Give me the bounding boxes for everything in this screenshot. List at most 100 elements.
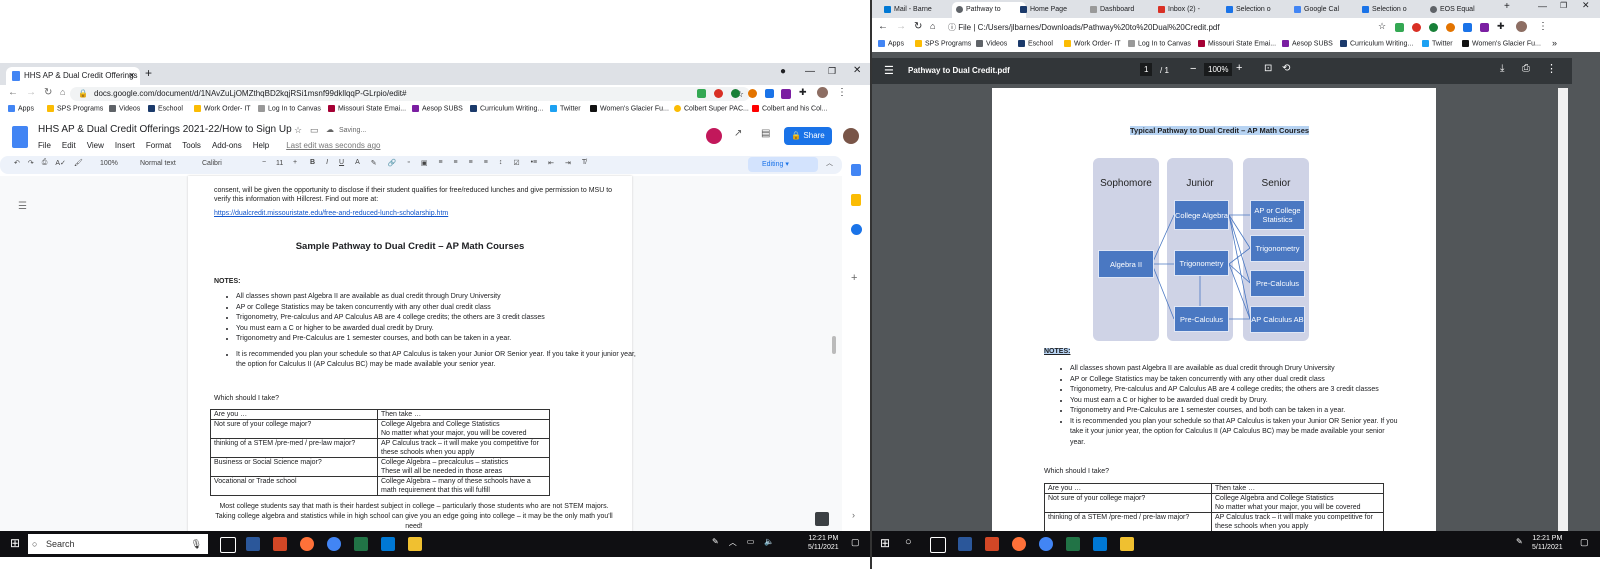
right-home-icon[interactable]: ⌂ bbox=[930, 21, 935, 31]
font-size-increase-icon[interactable]: + bbox=[293, 159, 297, 166]
right-close-icon[interactable]: ✕ bbox=[1582, 0, 1590, 11]
volume-icon[interactable]: 🔈 bbox=[764, 537, 774, 548]
tab-mail[interactable]: Mail - Barne bbox=[884, 2, 959, 18]
right-minimize-icon[interactable]: — bbox=[1538, 1, 1547, 11]
windows-start-icon[interactable]: ⊞ bbox=[10, 536, 20, 550]
pdf-scrollbar[interactable] bbox=[1558, 88, 1568, 534]
right-ext-4-icon[interactable] bbox=[1446, 23, 1455, 32]
comment-icon[interactable]: ▫ bbox=[407, 159, 409, 167]
explore-icon[interactable] bbox=[815, 512, 829, 526]
print-pdf-icon[interactable]: ⎙ bbox=[1522, 63, 1530, 74]
menu-format[interactable]: Format bbox=[146, 141, 171, 150]
r-bookmark-twitter[interactable]: Twitter bbox=[1422, 40, 1453, 47]
menu-edit[interactable]: Edit bbox=[62, 141, 76, 150]
maximize-icon[interactable]: ❐ bbox=[828, 66, 836, 77]
zoom-out-icon[interactable]: − bbox=[1190, 63, 1196, 75]
image-icon[interactable]: ▣ bbox=[421, 159, 428, 167]
r-bookmark-curriculum[interactable]: Curriculum Writing... bbox=[1340, 40, 1413, 47]
right-task-view-icon[interactable] bbox=[930, 537, 946, 553]
right-excel-icon[interactable] bbox=[1066, 537, 1080, 551]
more-bookmarks-icon[interactable]: » bbox=[1552, 38, 1557, 48]
bookmark-videos[interactable]: Videos bbox=[109, 105, 140, 112]
increase-indent-icon[interactable]: ⇥ bbox=[565, 159, 571, 167]
r-bookmark-videos[interactable]: Videos bbox=[976, 40, 1007, 47]
menu-file[interactable]: File bbox=[38, 141, 51, 150]
get-addons-icon[interactable]: + bbox=[851, 272, 857, 284]
word-icon[interactable] bbox=[246, 537, 260, 551]
lunch-scholarship-link[interactable]: https://dualcredit.missouristate.edu/fre… bbox=[214, 210, 448, 217]
comments-icon[interactable]: ▤ bbox=[761, 128, 770, 139]
right-powerpoint-icon[interactable] bbox=[985, 537, 999, 551]
chrome-icon[interactable] bbox=[327, 537, 341, 551]
bookmark-womens-glacier[interactable]: Women's Glacier Fu... bbox=[590, 105, 669, 112]
right-notifications-icon[interactable]: ▢ bbox=[1580, 537, 1589, 548]
tab-google-doc[interactable]: HHS AP & Dual Credit Offerings 2 ✕ bbox=[6, 67, 140, 85]
r-bookmark-womens[interactable]: Women's Glacier Fu... bbox=[1462, 40, 1541, 47]
taskbar-search[interactable]: ○ Search 🎙 bbox=[28, 534, 208, 554]
show-side-panel-icon[interactable]: › bbox=[852, 510, 855, 520]
pen-icon[interactable]: ✎ bbox=[712, 537, 719, 548]
last-edit-link[interactable]: Last edit was seconds ago bbox=[286, 141, 380, 150]
right-new-tab-icon[interactable]: + bbox=[1504, 1, 1510, 12]
tab-dashboard[interactable]: Dashboard bbox=[1090, 2, 1158, 18]
right-ext-5-icon[interactable] bbox=[1463, 23, 1472, 32]
checklist-icon[interactable]: ☑ bbox=[513, 159, 519, 167]
undo-icon[interactable]: ↶ bbox=[14, 159, 20, 167]
right-forward-icon[interactable]: → bbox=[896, 21, 906, 32]
download-icon[interactable]: ⤓ bbox=[1500, 63, 1504, 74]
mic-icon[interactable]: 🎙 bbox=[191, 534, 202, 554]
outline-icon[interactable]: ☰ bbox=[18, 201, 27, 212]
r-bookmark-aesop[interactable]: Aesop SUBS bbox=[1282, 40, 1333, 47]
right-start-icon[interactable]: ⊞ bbox=[880, 536, 890, 550]
rotate-icon[interactable]: ⟲ bbox=[1282, 63, 1290, 74]
bookmark-missouri-state[interactable]: Missouri State Emai... bbox=[328, 105, 406, 112]
bookmark-twitter[interactable]: Twitter bbox=[550, 105, 581, 112]
extensions-puzzle-icon[interactable]: ✚ bbox=[799, 87, 807, 98]
underline-icon[interactable]: U bbox=[339, 159, 344, 167]
tab-eos[interactable]: EOS Equal bbox=[1430, 2, 1498, 18]
align-right-icon[interactable]: ≡ bbox=[469, 159, 473, 167]
bookmark-curriculum[interactable]: Curriculum Writing... bbox=[470, 105, 543, 112]
close-tab-icon[interactable]: ✕ bbox=[128, 67, 135, 85]
tasks-icon[interactable] bbox=[851, 224, 862, 235]
bookmark-work-order[interactable]: Work Order- IT bbox=[194, 105, 251, 112]
right-puzzle-icon[interactable]: ✚ bbox=[1497, 21, 1505, 32]
home-icon[interactable]: ⌂ bbox=[60, 87, 65, 97]
docs-logo-icon[interactable] bbox=[12, 126, 28, 148]
move-folder-icon[interactable]: ▭ bbox=[310, 125, 319, 136]
align-left-icon[interactable]: ≡ bbox=[438, 159, 442, 167]
menu-view[interactable]: View bbox=[87, 141, 104, 150]
account-avatar[interactable] bbox=[843, 128, 859, 144]
right-chrome-icon[interactable] bbox=[1039, 537, 1053, 551]
document-page[interactable]: consent, will be given the opportunity t… bbox=[188, 176, 636, 538]
extension-blue-icon[interactable] bbox=[765, 89, 774, 98]
right-ext-1-icon[interactable] bbox=[1395, 23, 1404, 32]
right-back-icon[interactable]: ← bbox=[878, 21, 888, 32]
bookmark-colbert-col[interactable]: Colbert and his Col... bbox=[752, 105, 827, 112]
r-bookmark-missouri[interactable]: Missouri State Emai... bbox=[1198, 40, 1276, 47]
calendar-icon[interactable] bbox=[851, 164, 861, 176]
left-url-input[interactable]: 🔒 docs.google.com/document/d/1NAvZuLjOMZ… bbox=[70, 87, 750, 101]
font-select[interactable]: Calibri bbox=[202, 160, 222, 167]
star-icon[interactable]: ☆ bbox=[294, 125, 302, 136]
pdf-menu-icon[interactable]: ☰ bbox=[884, 64, 894, 77]
align-center-icon[interactable]: ≡ bbox=[454, 159, 458, 167]
bookmark-eschool[interactable]: Eschool bbox=[148, 105, 183, 112]
bookmark-sps[interactable]: SPS Programs bbox=[47, 105, 103, 112]
link-icon[interactable]: 🔗 bbox=[388, 159, 397, 167]
profile-dot-icon[interactable]: ● bbox=[780, 66, 786, 77]
right-outlook-icon[interactable] bbox=[1093, 537, 1107, 551]
bookmark-colbert-pac[interactable]: Colbert Super PAC... bbox=[674, 105, 749, 112]
r-bookmark-canvas[interactable]: Log In to Canvas bbox=[1128, 40, 1191, 47]
style-select[interactable]: Normal text bbox=[140, 160, 176, 167]
menu-add-ons[interactable]: Add-ons bbox=[212, 141, 242, 150]
paint-format-icon[interactable]: 🖌 bbox=[74, 159, 83, 167]
right-ext-6-icon[interactable] bbox=[1480, 23, 1489, 32]
back-icon[interactable]: ← bbox=[8, 87, 18, 98]
right-reload-icon[interactable]: ↻ bbox=[914, 21, 922, 32]
extension-orange-icon[interactable] bbox=[748, 89, 757, 98]
right-star-icon[interactable]: ☆ bbox=[1378, 21, 1386, 32]
right-url-input[interactable]: ⓘ File | C:/Users/jlbarnes/Downloads/Pat… bbox=[948, 21, 1388, 35]
tab-selection-2[interactable]: Selection o bbox=[1362, 2, 1430, 18]
text-color-icon[interactable]: A bbox=[355, 159, 360, 167]
